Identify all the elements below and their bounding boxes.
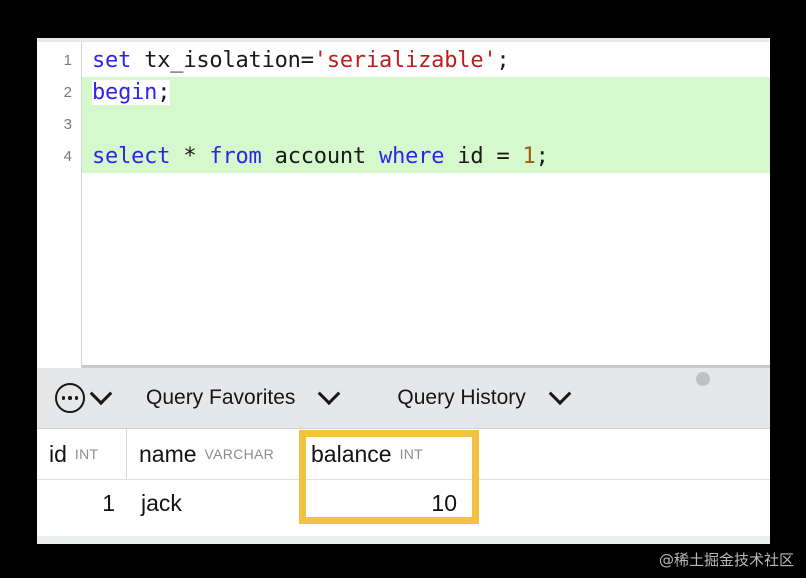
code-token: = [483, 144, 523, 169]
code-area[interactable]: set tx_isolation='serializable'; begin; se… [82, 38, 770, 368]
code-line[interactable] [82, 109, 770, 141]
code-token: ; [496, 48, 510, 73]
query-favorites-label: Query Favorites [146, 386, 296, 409]
query-history-label: Query History [397, 386, 526, 409]
chevron-down-icon [548, 382, 572, 406]
code-token: ; [535, 144, 549, 169]
code-token: * [183, 144, 197, 169]
line-number: 3 [63, 116, 72, 133]
query-history-dropdown[interactable]: Query History [397, 382, 572, 410]
line-number: 4 [63, 148, 72, 165]
chevron-down-icon [89, 382, 113, 406]
code-token: account [274, 144, 367, 169]
code-token: set [92, 48, 132, 73]
column-header-name: name [139, 440, 197, 467]
code-token: 'serializable' [313, 48, 497, 73]
query-favorites-dropdown[interactable]: Query Favorites [146, 382, 341, 410]
column-header-balance[interactable]: balance INT [299, 429, 469, 479]
overflow-menu-button[interactable] [55, 382, 113, 413]
code-token: where [379, 144, 445, 169]
results-header-row: id INT name VARCHAR balance INT [37, 429, 770, 480]
editor-top-strip [37, 38, 770, 42]
cell-value: 1 [102, 489, 115, 516]
code-line[interactable]: set tx_isolation='serializable'; [82, 45, 770, 77]
drag-handle-dot[interactable] [696, 372, 710, 386]
column-header-id[interactable]: id INT [37, 429, 127, 479]
cell-balance[interactable]: 10 [299, 480, 469, 526]
code-line-text: begin; [92, 80, 170, 105]
code-token: ; [157, 80, 171, 105]
column-header-name-col[interactable]: name VARCHAR [127, 429, 299, 479]
results-toolbar: Query Favorites Query History [37, 368, 770, 429]
column-header-type: INT [74, 446, 99, 462]
code-token: begin [92, 80, 158, 105]
ellipsis-circle-icon [55, 383, 85, 413]
table-row[interactable]: 1 jack 10 [37, 480, 770, 526]
results-grid[interactable]: id INT name VARCHAR balance INT 1 jack 1… [37, 429, 770, 544]
cell-name[interactable]: jack [127, 480, 299, 526]
code-line[interactable]: select * from account where id = 1; [82, 141, 770, 173]
line-number: 1 [63, 52, 72, 69]
chevron-down-icon [318, 382, 341, 406]
code-token: from [209, 144, 262, 169]
column-header-name: id [49, 440, 67, 467]
column-header-type: INT [399, 446, 424, 462]
sql-editor-region[interactable]: 1 2 3 4 set tx_isolation='serializable';… [37, 38, 770, 368]
cell-id[interactable]: 1 [37, 480, 127, 526]
column-header-type: VARCHAR [204, 446, 275, 462]
sql-client-window: 1 2 3 4 set tx_isolation='serializable';… [37, 38, 770, 544]
code-token: 1 [522, 144, 536, 169]
watermark: @稀土掘金技术社区 [658, 551, 794, 569]
cell-value: 10 [431, 489, 457, 516]
line-number: 2 [63, 84, 72, 101]
code-line-text: set tx_isolation='serializable'; [92, 48, 510, 73]
code-token: tx_isolation= [144, 48, 314, 73]
code-token: select [92, 144, 171, 169]
column-header-name: balance [311, 440, 392, 467]
code-line-text: select * from account where id = 1; [92, 144, 549, 169]
cell-value: jack [141, 489, 182, 516]
results-bottom-strip [37, 536, 770, 544]
code-token: id [457, 144, 484, 169]
line-number-gutter: 1 2 3 4 [37, 38, 82, 368]
code-line[interactable]: begin; [82, 77, 770, 109]
